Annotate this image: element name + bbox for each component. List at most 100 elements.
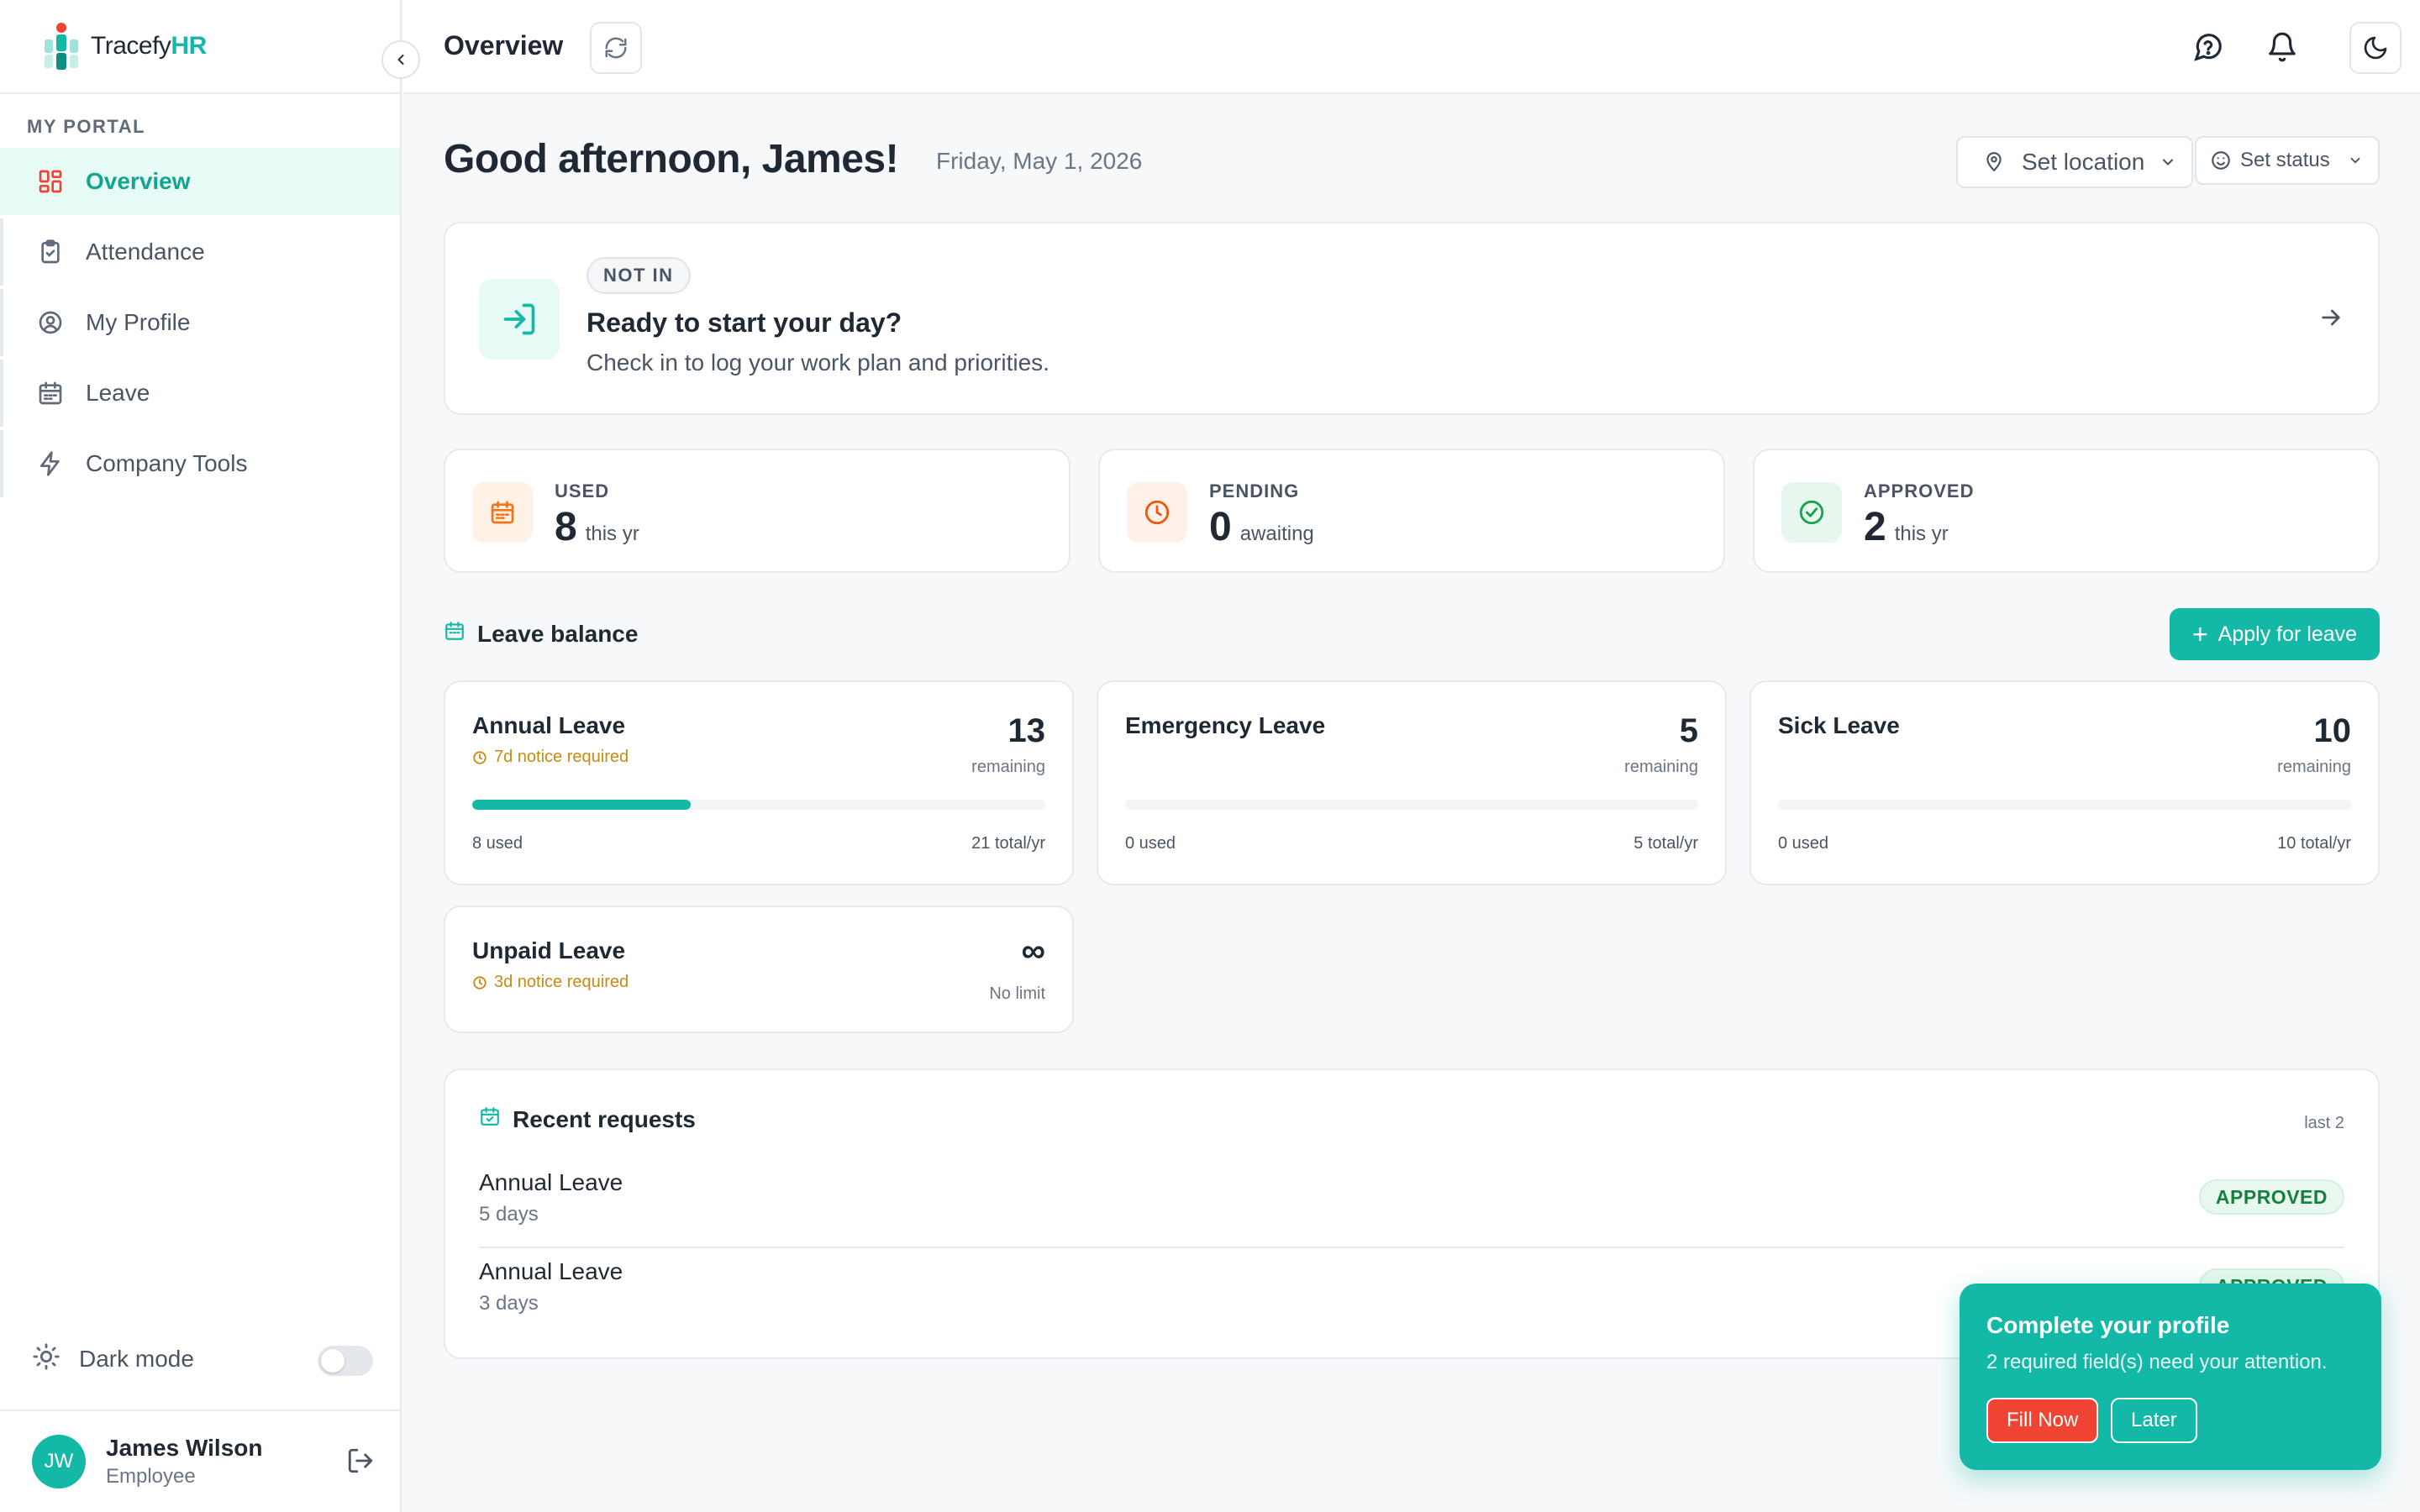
toast-title: Complete your profile (1986, 1312, 2230, 1338)
leave-card-sick: Sick Leave 10 remaining 0 used 10 total/… (1749, 680, 2380, 885)
dark-mode-toggle[interactable] (318, 1346, 373, 1376)
refresh-icon (605, 37, 627, 59)
help-button[interactable] (2188, 27, 2228, 67)
notice-requirement: 7d notice required (472, 748, 629, 767)
sidebar-item-label: Leave (86, 380, 150, 406)
request-duration: 5 days (479, 1203, 539, 1226)
usage-progress-bar (1125, 800, 1698, 810)
chevron-down-icon (2162, 159, 2174, 165)
arrow-right-icon (2317, 304, 2344, 335)
set-location-label: Set location (2022, 149, 2145, 175)
map-pin-icon (1986, 152, 2002, 172)
leave-type-name: Sick Leave (1778, 712, 1900, 738)
recent-count-label: last 2 (2304, 1114, 2344, 1132)
collapse-sidebar-button[interactable] (381, 40, 420, 79)
no-limit-label: No limit (989, 984, 1045, 1003)
leave-type-name: Unpaid Leave (472, 937, 626, 963)
set-status-button[interactable]: Set status (2195, 136, 2380, 185)
avatar[interactable]: JW (32, 1435, 86, 1488)
remaining-count: 5 (1679, 712, 1698, 749)
leave-type-name: Annual Leave (472, 712, 626, 738)
leave-card-annual: Annual Leave 7d notice required 13 remai… (444, 680, 1074, 885)
topbar: Overview (403, 0, 2420, 94)
smile-icon (2212, 151, 2230, 170)
dark-mode-label: Dark mode (79, 1346, 194, 1372)
stat-label: APPROVED (1864, 480, 1975, 501)
remaining-label: remaining (1624, 758, 1698, 776)
total-allowance: 5 total/yr (1634, 834, 1698, 853)
user-circle-icon (35, 307, 66, 338)
brand-name: TracefyHR (91, 32, 207, 60)
stat-card-pending: PENDING 0 awaiting (1098, 449, 1725, 573)
remaining-count: 10 (2313, 712, 2352, 749)
calendar-icon (444, 620, 466, 648)
clock-icon (1127, 482, 1187, 543)
request-title: Annual Leave (479, 1258, 623, 1284)
stat-value: 8 this yr (555, 505, 639, 549)
status-badge: APPROVED (2198, 1179, 2344, 1215)
moon-icon (2364, 36, 2387, 60)
plus-icon: + (2191, 619, 2208, 649)
calendar-icon (472, 482, 533, 543)
complete-profile-toast: Complete your profile 2 required field(s… (1960, 1284, 2381, 1470)
total-allowance: 21 total/yr (971, 834, 1045, 853)
current-date: Friday, May 1, 2026 (936, 148, 1143, 174)
page-title: Overview (444, 30, 564, 60)
sidebar-item-label: Overview (86, 168, 191, 194)
sidebar-item-attendance[interactable]: Attendance (0, 218, 400, 286)
leave-card-emergency: Emergency Leave 5 remaining 0 used 5 tot… (1097, 680, 1727, 885)
sidebar-item-company-tools[interactable]: Company Tools (0, 430, 400, 497)
check-circle-icon (1781, 482, 1842, 543)
request-duration: 3 days (479, 1292, 539, 1315)
stat-value: 2 this yr (1864, 505, 1949, 549)
remaining-label: remaining (971, 758, 1045, 776)
bell-icon (2269, 32, 2296, 62)
status-badge: NOT IN (587, 257, 691, 294)
set-location-button[interactable]: Set location (1956, 136, 2193, 188)
usage-progress-bar (472, 800, 1045, 810)
used-count: 0 used (1778, 834, 1829, 853)
check-in-subtitle: Check in to log your work plan and prior… (587, 349, 1050, 375)
user-name: James Wilson (106, 1435, 263, 1461)
brand-header: TracefyHR (0, 0, 420, 94)
infinity-symbol: ∞ (1021, 932, 1045, 969)
check-in-icon (479, 279, 560, 360)
user-profile-row: JW James Wilson Employee (0, 1410, 402, 1512)
sidebar-item-label: Attendance (86, 239, 205, 265)
sidebar-item-leave[interactable]: Leave (0, 360, 400, 427)
dark-mode-row: Dark mode (0, 1329, 402, 1389)
notifications-button[interactable] (2262, 27, 2302, 67)
stat-label: PENDING (1209, 480, 1300, 501)
remaining-label: remaining (2277, 758, 2351, 776)
clipboard-icon (35, 237, 66, 267)
total-allowance: 10 total/yr (2277, 834, 2351, 853)
clock-icon (473, 975, 487, 990)
sidebar: TracefyHR MY PORTAL Overview Attendance … (0, 0, 420, 1512)
chevron-left-icon (397, 54, 404, 66)
usage-progress-bar (1778, 800, 2351, 810)
greeting-heading: Good afternoon, James! (444, 137, 899, 181)
apply-for-leave-button[interactable]: + Apply for leave (2170, 608, 2380, 660)
tracefy-logo-icon (40, 21, 82, 71)
chevron-down-icon (2350, 157, 2360, 164)
list-item[interactable]: Annual Leave 5 days APPROVED (479, 1161, 2344, 1248)
recent-requests-heading: Recent requests (479, 1105, 696, 1133)
leave-card-unpaid: Unpaid Leave 3d notice required ∞ No lim… (444, 906, 1074, 1033)
theme-toggle-button[interactable] (2349, 22, 2402, 74)
sidebar-item-overview[interactable]: Overview (0, 148, 400, 215)
user-role: Employee (106, 1465, 196, 1488)
stat-label: USED (555, 480, 610, 501)
later-button[interactable]: Later (2111, 1398, 2197, 1443)
request-title: Annual Leave (479, 1169, 623, 1195)
calendar-check-icon (479, 1105, 501, 1133)
stat-card-approved: APPROVED 2 this yr (1753, 449, 2380, 573)
sidebar-item-my-profile[interactable]: My Profile (0, 289, 400, 356)
stat-card-used: USED 8 this yr (444, 449, 1071, 573)
leave-balance-heading: Leave balance (444, 620, 638, 648)
logout-icon (348, 1448, 373, 1473)
check-in-card[interactable]: NOT IN Ready to start your day? Check in… (444, 222, 2380, 415)
toast-subtitle: 2 required field(s) need your attention. (1986, 1351, 2328, 1373)
fill-now-button[interactable]: Fill Now (1986, 1398, 2099, 1443)
logout-button[interactable] (346, 1446, 375, 1479)
refresh-button[interactable] (590, 22, 642, 74)
